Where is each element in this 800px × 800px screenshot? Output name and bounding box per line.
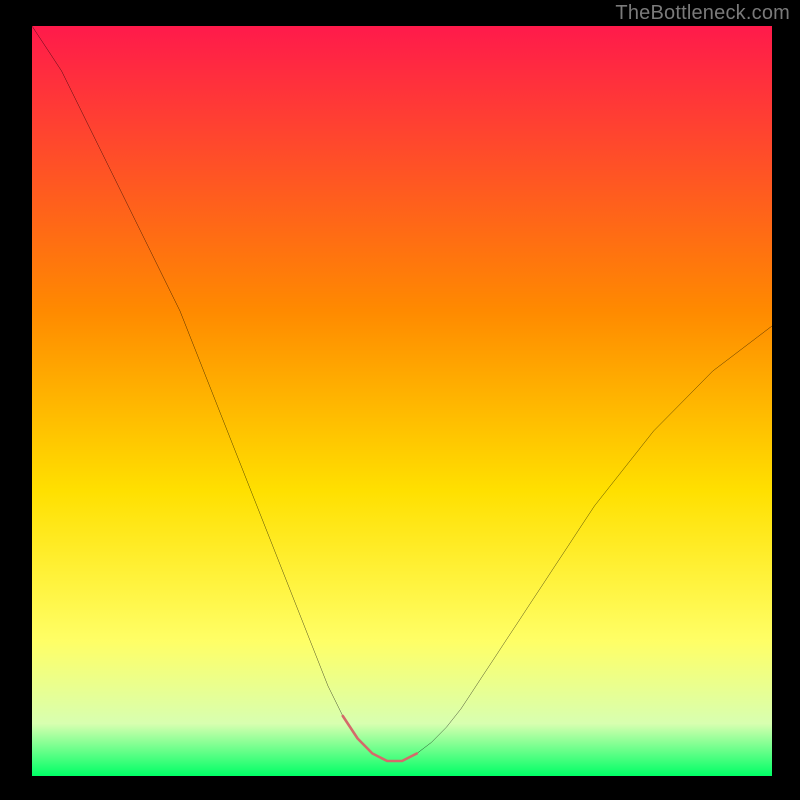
watermark-text: TheBottleneck.com	[615, 2, 790, 25]
plot-area	[32, 26, 772, 776]
gradient-background	[32, 26, 772, 776]
chart-svg	[32, 26, 772, 776]
chart-frame: TheBottleneck.com	[0, 0, 800, 800]
